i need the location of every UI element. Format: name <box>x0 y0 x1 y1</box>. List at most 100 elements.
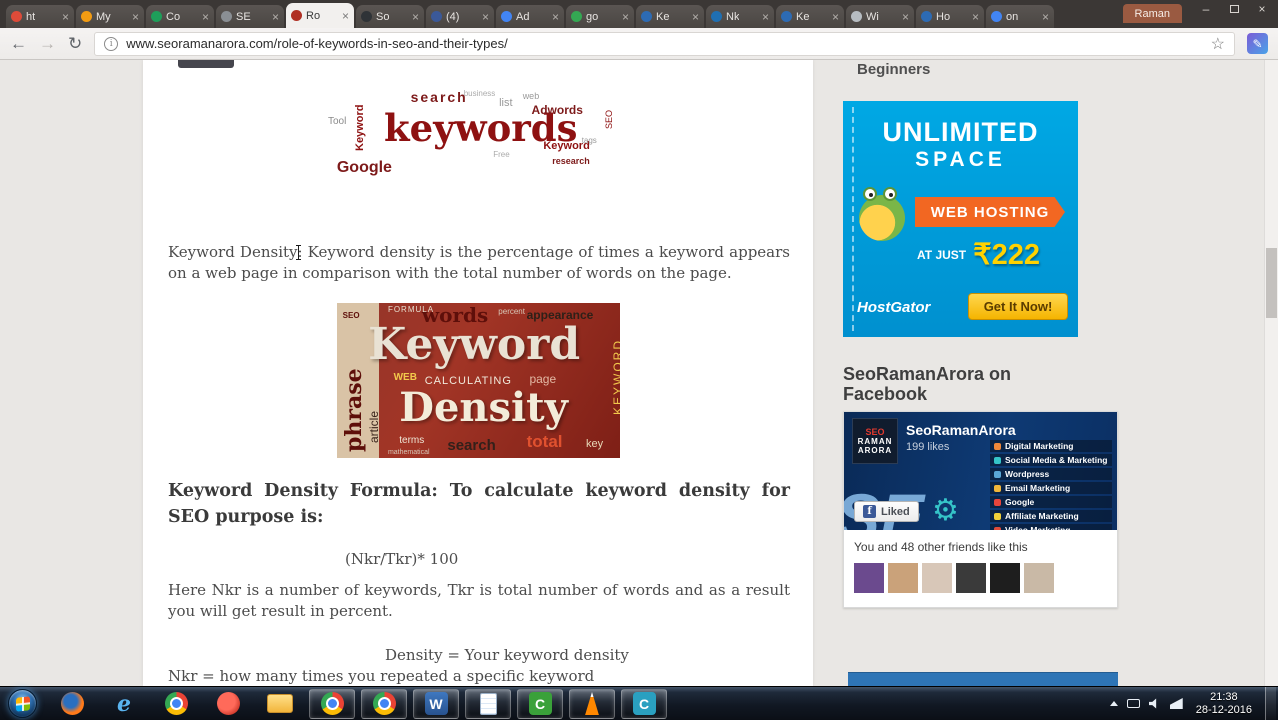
tab-close-icon[interactable]: × <box>412 11 419 23</box>
service-bullet-icon <box>994 526 1001 530</box>
wordcloud-word: SEO <box>604 109 615 129</box>
maximize-button[interactable] <box>1220 0 1248 18</box>
back-icon[interactable]: ← <box>10 35 27 52</box>
tab-close-icon[interactable]: × <box>832 11 839 23</box>
facebook-page-name[interactable]: SeoRamanArora <box>906 422 1016 438</box>
browser-tab[interactable]: Ho × <box>916 5 984 28</box>
hostgator-logo-text: HostGator <box>857 299 931 316</box>
facebook-f-icon: f <box>863 505 876 518</box>
avatar[interactable] <box>888 563 918 593</box>
logo-line: ARORA <box>857 445 893 455</box>
reload-icon[interactable]: ↻ <box>68 35 82 52</box>
avatar[interactable] <box>956 563 986 593</box>
wordcloud-word: search <box>410 89 468 106</box>
tab-close-icon[interactable]: × <box>132 11 139 23</box>
minimize-button[interactable]: – <box>1192 0 1220 18</box>
tab-close-icon[interactable]: × <box>62 11 69 23</box>
browser-tab[interactable]: Nk × <box>706 5 774 28</box>
taskbar-app-button[interactable] <box>49 689 95 719</box>
start-button[interactable] <box>8 689 37 718</box>
volume-icon[interactable] <box>1148 698 1157 709</box>
wordcloud-word: key <box>586 438 604 451</box>
scrollbar-thumb[interactable] <box>1266 248 1277 318</box>
tab-favicon <box>991 11 1002 22</box>
show-hidden-icons-icon[interactable] <box>1109 701 1118 706</box>
taskbar-app-button[interactable] <box>309 688 355 719</box>
show-desktop-button[interactable] <box>1265 687 1276 720</box>
tab-favicon <box>711 11 722 22</box>
taskbar-app-icon <box>585 692 599 715</box>
tab-close-icon[interactable]: × <box>202 11 209 23</box>
page-scrollbar[interactable] <box>1264 60 1278 686</box>
avatar[interactable] <box>854 563 884 593</box>
formula-expression: (Nkr/Tkr)* 100 <box>345 550 459 568</box>
facebook-cover[interactable]: SE ⚙ SEO RAMAN ARORA SeoRamanArora 199 l… <box>844 412 1117 530</box>
taskbar-app-button[interactable] <box>569 688 615 719</box>
taskbar-app-button[interactable]: C <box>517 688 563 719</box>
taskbar-app-button[interactable] <box>257 689 303 719</box>
avatar[interactable] <box>990 563 1020 593</box>
app-glyph: C <box>638 695 650 712</box>
taskbar-app-button[interactable]: C <box>621 688 667 719</box>
forward-icon[interactable]: → <box>39 35 56 52</box>
taskbar-app-button[interactable] <box>361 688 407 719</box>
browser-tab[interactable]: go × <box>566 5 634 28</box>
app-glyph: C <box>534 695 546 712</box>
wordcloud-word: tags <box>581 136 597 146</box>
taskbar-app-button[interactable] <box>153 689 199 719</box>
tab-close-icon[interactable]: × <box>482 11 489 23</box>
page-info-icon[interactable]: i <box>104 36 119 51</box>
browser-tab[interactable]: ht × <box>6 5 74 28</box>
tab-close-icon[interactable]: × <box>342 10 349 22</box>
browser-tab[interactable]: Ke × <box>636 5 704 28</box>
browser-tab[interactable]: Ad × <box>496 5 564 28</box>
browser-tab[interactable]: Ke × <box>776 5 844 28</box>
tab-close-icon[interactable]: × <box>1042 11 1049 23</box>
get-it-now-button[interactable]: Get It Now! <box>968 293 1068 320</box>
extension-pen-icon[interactable]: ✎ <box>1247 33 1268 54</box>
browser-tab[interactable]: on × <box>986 5 1054 28</box>
tab-close-icon[interactable]: × <box>622 11 629 23</box>
sidebar-partial-heading: Beginners <box>857 61 931 78</box>
tab-close-icon[interactable]: × <box>552 11 559 23</box>
app-glyph: e <box>117 690 131 717</box>
tab-title: Ro <box>306 9 321 22</box>
price-text: ₹222 <box>973 239 1040 271</box>
avatar[interactable] <box>1024 563 1054 593</box>
address-bar[interactable]: i www.seoramanarora.com/role-of-keywords… <box>94 31 1235 56</box>
profile-button[interactable]: Raman <box>1122 4 1182 23</box>
tab-close-icon[interactable]: × <box>972 11 979 23</box>
browser-tab[interactable]: SE × <box>216 5 284 28</box>
taskbar-app-button[interactable]: W <box>413 688 459 719</box>
browser-tab[interactable]: Co × <box>146 5 214 28</box>
tab-close-icon[interactable]: × <box>272 11 279 23</box>
tab-close-icon[interactable]: × <box>692 11 699 23</box>
taskbar-app-icon: C <box>528 692 552 715</box>
tab-favicon <box>851 11 862 22</box>
tab-close-icon[interactable]: × <box>902 11 909 23</box>
bookmark-star-icon[interactable]: ☆ <box>1211 34 1225 54</box>
avatar[interactable] <box>922 563 952 593</box>
taskbar-app-button[interactable] <box>205 689 251 719</box>
browser-tab[interactable]: Ro × <box>286 3 354 28</box>
tab-close-icon[interactable]: × <box>762 11 769 23</box>
keyword-density-paragraph: Keyword Density: Keyword density is the … <box>168 242 790 284</box>
hostgator-ad-banner[interactable]: UNLIMITED SPACE WEB HOSTING AT JUST ₹222… <box>843 101 1078 337</box>
taskbar-app-button[interactable] <box>465 688 511 719</box>
network-icon[interactable] <box>1169 698 1183 709</box>
browser-tab[interactable]: Wi × <box>846 5 914 28</box>
taskbar-app-button[interactable]: e <box>101 689 147 719</box>
service-item: Email Marketing <box>990 482 1112 494</box>
browser-tab[interactable]: So × <box>356 5 424 28</box>
clock[interactable]: 21:38 28-12-2016 <box>1196 691 1252 717</box>
window-controls: – × <box>1192 0 1276 18</box>
liked-button[interactable]: f Liked <box>854 501 919 522</box>
wordcloud-word: phrase <box>340 368 367 452</box>
close-button[interactable]: × <box>1248 0 1276 18</box>
tab-title: So <box>376 10 390 23</box>
browser-tab[interactable]: (4) × <box>426 5 494 28</box>
url-text[interactable]: www.seoramanarora.com/role-of-keywords-i… <box>126 36 1202 51</box>
wordcloud-word: search <box>447 436 496 454</box>
browser-tab[interactable]: My × <box>76 5 144 28</box>
keyboard-tray-icon[interactable] <box>1126 699 1140 708</box>
